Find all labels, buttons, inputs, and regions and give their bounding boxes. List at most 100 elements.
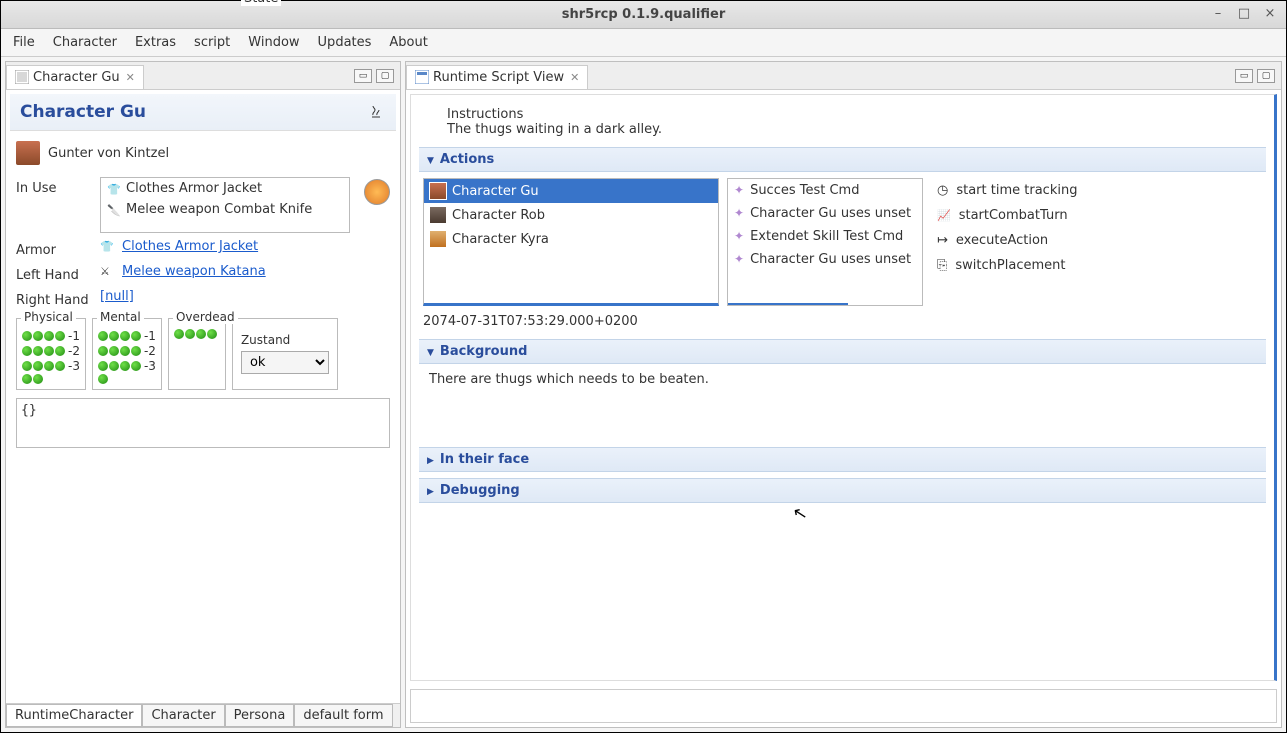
minimize-button[interactable]: – [1210,5,1226,21]
panel-maximize-button[interactable]: ▢ [376,69,394,83]
close-button[interactable]: × [1262,5,1278,21]
window-title: shr5rcp 0.1.9.qualifier [562,7,725,22]
close-icon[interactable]: ✕ [126,71,135,84]
menu-character[interactable]: Character [53,35,117,50]
menu-file[interactable]: File [13,35,35,50]
armor-link[interactable]: Clothes Armor Jacket [122,239,258,254]
start-time-tracking-button[interactable]: start time tracking [931,178,1131,203]
tab-label: Character Gu [33,70,120,85]
character-icon [430,183,446,199]
timestamp: 2074-07-31T07:53:29.000+0200 [419,312,1266,339]
clock-icon [937,183,948,198]
command-icon [734,206,744,221]
menu-script[interactable]: script [194,35,230,50]
list-item-label: Character Rob [452,208,545,223]
list-item[interactable]: Succes Test Cmd [728,179,922,202]
menu-extras[interactable]: Extras [135,35,176,50]
list-item[interactable]: Character Gu [424,179,718,203]
list-item[interactable]: Character Gu uses unset [728,248,922,271]
label-left-hand: Left Hand [16,264,92,283]
tab-character-gu[interactable]: Character Gu ✕ [6,65,144,89]
menu-window[interactable]: Window [248,35,299,50]
tab-default-form[interactable]: default form [294,704,392,727]
brace-content: {} [21,403,37,418]
stats-row: Physical -1 -2 -3 Mental -1 -2 [16,318,390,390]
background-text: There are thugs which needs to be beaten… [419,364,1266,447]
switch-placement-button[interactable]: switchPlacement [931,253,1131,278]
character-body: Gunter von Kintzel In Use Clothes Armor … [6,135,400,703]
command-list[interactable]: Succes Test Cmd Character Gu uses unset … [727,178,923,306]
tab-persona[interactable]: Persona [225,704,295,727]
state-select[interactable]: ok [241,351,329,374]
character-name: Gunter von Kintzel [48,146,169,161]
close-icon[interactable]: ✕ [570,71,579,84]
instructions-title: Instructions [447,107,1262,122]
section-actions-header[interactable]: Actions [419,147,1266,172]
left-tab-row: Character Gu ✕ ▭ ▢ [6,62,400,90]
section-title: Debugging [440,483,520,498]
combat-icon [937,208,951,223]
tab-label: Runtime Script View [433,70,564,85]
button-label: executeAction [956,233,1048,248]
panel-maximize-button[interactable]: ▢ [1257,69,1275,83]
instructions-block: Instructions The thugs waiting in a dark… [419,103,1266,147]
state-label: Zustand [241,333,329,347]
character-list[interactable]: Character Gu Character Rob Character Kyr… [423,178,719,306]
java-icon[interactable] [366,102,386,122]
section-in-their-face-header[interactable]: In their face [419,447,1266,472]
state-box: State Zustand ok [232,318,338,390]
button-label: start time tracking [956,183,1077,198]
app-window: shr5rcp 0.1.9.qualifier – □ × File Chara… [0,0,1287,733]
list-item[interactable]: Melee weapon Combat Knife [101,199,349,220]
list-item-label: Clothes Armor Jacket [126,181,262,196]
command-icon [734,183,744,198]
list-item[interactable]: Character Kyra [424,227,718,251]
list-item-label: Character Gu uses unset [750,206,911,221]
character-view-panel: Character Gu ✕ ▭ ▢ Character Gu Gunte [5,61,401,728]
maximize-button[interactable]: □ [1236,5,1252,21]
label-right-hand: Right Hand [16,289,92,308]
panel-minimize-button[interactable]: ▭ [354,69,372,83]
menu-updates[interactable]: Updates [318,35,372,50]
command-icon [734,229,744,244]
section-background-header[interactable]: Background [419,339,1266,364]
chevron-right-icon [427,483,434,498]
panel-minimize-button[interactable]: ▭ [1235,69,1253,83]
tab-character[interactable]: Character [142,704,224,727]
chevron-down-icon [427,344,434,359]
katana-icon [100,264,114,278]
menubar: File Character Extras script Window Upda… [1,29,1286,57]
content-area: Character Gu ✕ ▭ ▢ Character Gu Gunte [1,57,1286,732]
stat-label: Mental [97,310,144,324]
actions-area: Character Gu Character Rob Character Kyr… [419,172,1266,312]
tab-runtime-script-view[interactable]: Runtime Script View ✕ [406,65,588,89]
character-header: Character Gu [10,94,396,131]
list-item[interactable]: Extendet Skill Test Cmd [728,225,922,248]
right-hand-link[interactable]: [null] [100,289,134,304]
character-tab-icon [15,70,29,84]
section-debugging-header[interactable]: Debugging [419,478,1266,503]
tab-runtime-character[interactable]: RuntimeCharacter [6,704,142,727]
button-label: switchPlacement [955,258,1065,273]
list-item-label: Succes Test Cmd [750,183,859,198]
character-icon [430,207,446,223]
list-item[interactable]: Character Rob [424,203,718,227]
action-round-button[interactable] [364,179,390,205]
menu-about[interactable]: About [389,35,427,50]
physical-stat-box: Physical -1 -2 -3 [16,318,86,390]
brace-textarea[interactable]: {} [16,398,390,448]
left-hand-link[interactable]: Melee weapon Katana [122,264,266,279]
instructions-body: The thugs waiting in a dark alley. [447,122,1262,137]
chevron-right-icon [427,452,434,467]
list-item[interactable]: Clothes Armor Jacket [101,178,349,199]
in-use-list[interactable]: Clothes Armor Jacket Melee weapon Combat… [100,177,350,233]
list-item[interactable]: Character Gu uses unset [728,202,922,225]
character-avatar [16,141,40,165]
start-combat-turn-button[interactable]: startCombatTurn [931,203,1131,228]
bottom-tabs: RuntimeCharacter Character Persona defau… [6,703,400,727]
label-in-use: In Use [16,177,92,196]
execute-action-button[interactable]: executeAction [931,228,1131,253]
list-item-label: Character Kyra [452,232,549,247]
right-tab-row: Runtime Script View ✕ ▭ ▢ [406,62,1281,90]
bottom-status-strip [410,689,1277,723]
